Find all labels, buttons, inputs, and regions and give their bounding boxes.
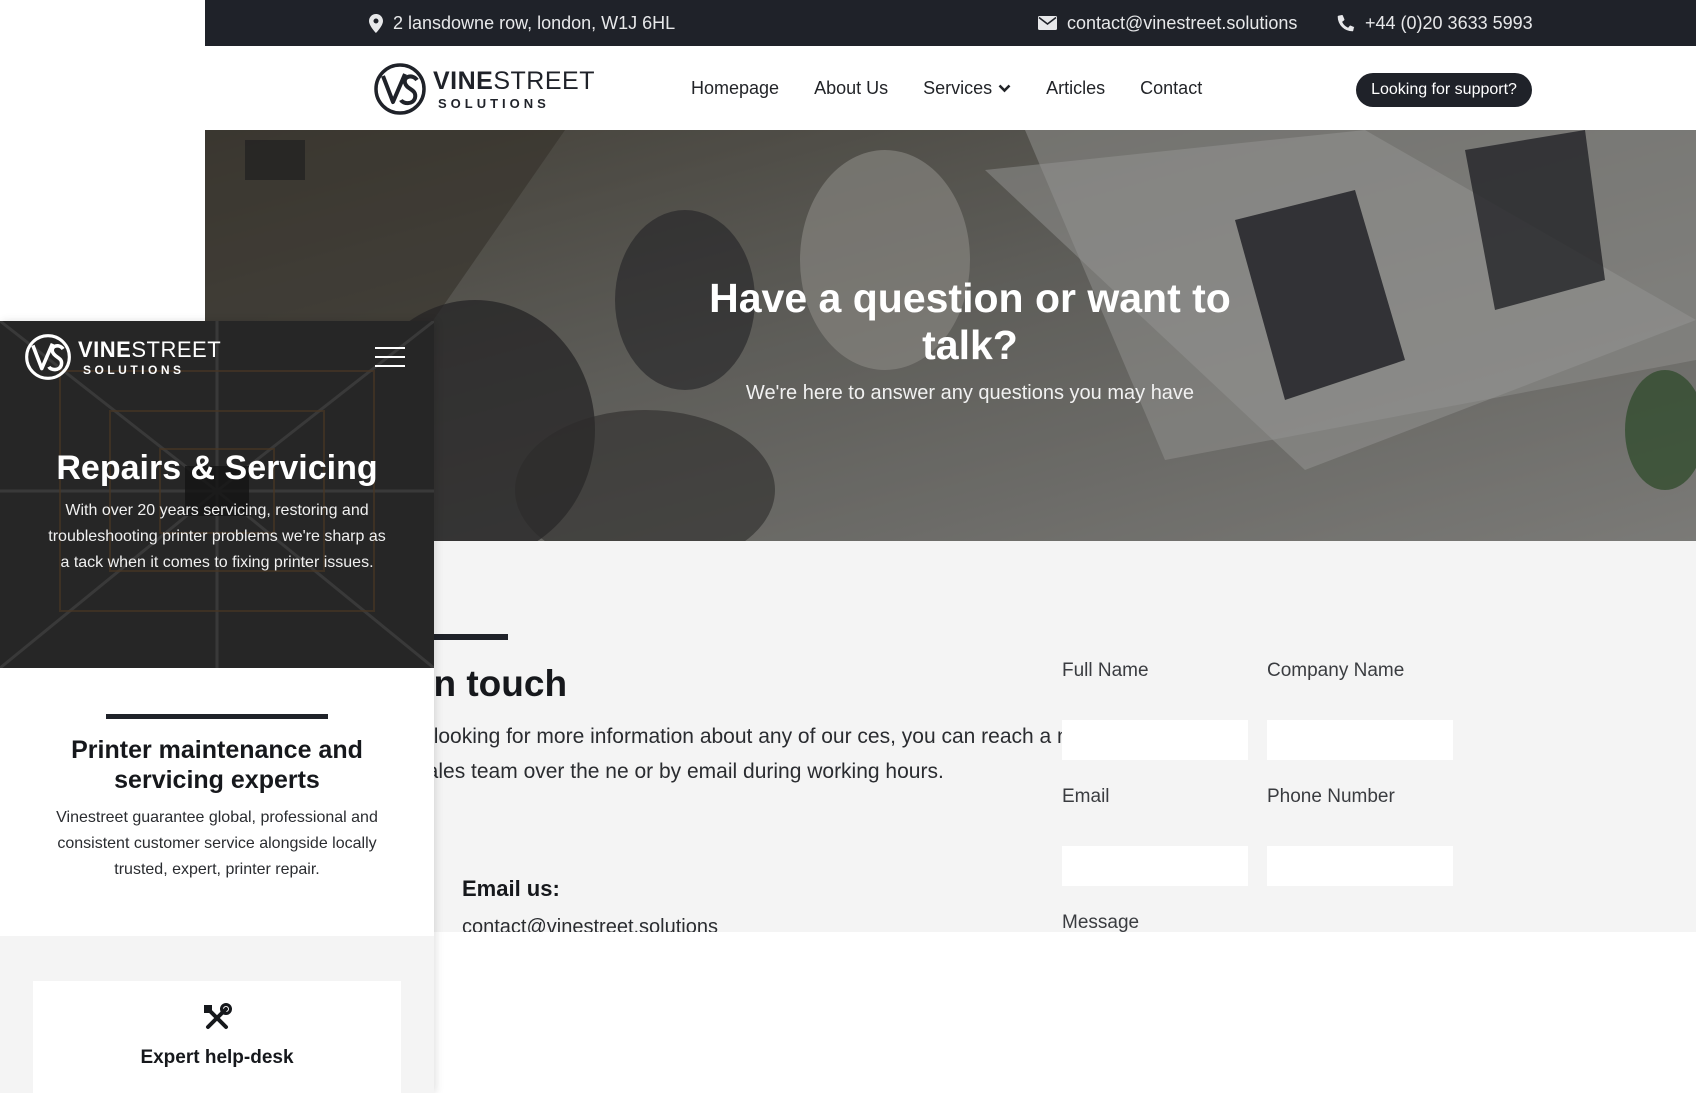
mobile-hero-title: Repairs & Servicing [56,449,378,487]
email-field-label: Email [1062,786,1110,807]
phone-icon [1337,14,1355,32]
mobile-site-logo[interactable]: VINESTREET SOLUTIONS [24,333,221,381]
mobile-features-section: Expert help-desk [0,936,434,1093]
mobile-logo-word-bold: VINE [78,336,132,362]
contact-topbar: 2 lansdowne row, london, W1J 6HL contact… [205,0,1696,46]
nav-item-services[interactable]: Services [923,78,1011,99]
email-us-label: Email us: [462,876,560,901]
feature-card-title: Expert help-desk [140,1047,294,1068]
mobile-logo-subtitle: SOLUTIONS [83,362,185,377]
hero-subtitle: We're here to answer any questions you m… [745,382,1195,404]
full-name-label: Full Name [1062,660,1149,681]
vs-logo-icon [374,63,426,115]
topbar-phone[interactable]: +44 (0)20 3633 5993 [1337,0,1533,46]
nav-item-contact[interactable]: Contact [1140,78,1202,99]
nav-item-services-label: Services [923,77,993,98]
tools-icon [204,1003,232,1029]
support-button[interactable]: Looking for support? [1356,73,1532,107]
map-pin-icon [369,13,383,33]
email-link[interactable]: contact@vinestreet.solutions [1067,13,1297,34]
email-field[interactable] [1062,846,1248,886]
site-logo[interactable]: VINESTREET SOLUTIONS [373,62,595,116]
message-label: Message [1062,912,1140,932]
nav-item-articles[interactable]: Articles [1046,78,1105,99]
nav-item-homepage[interactable]: Homepage [691,78,779,99]
envelope-icon [1038,16,1057,30]
mobile-accent-bar [106,714,328,719]
company-name-label: Company Name [1267,660,1405,681]
nav-menu: Homepage About Us Services Articles Cont… [691,46,1202,130]
mobile-hero: VINESTREET SOLUTIONS Repairs & Servicing… [0,321,434,668]
topbar-email[interactable]: contact@vinestreet.solutions [1038,0,1297,46]
feature-card[interactable]: Expert help-desk [33,981,401,1093]
vs-logo-icon [25,334,71,380]
mobile-page: VINESTREET SOLUTIONS Repairs & Servicing… [0,321,434,1093]
phone-number-field[interactable] [1267,846,1453,886]
full-name-input[interactable] [1062,720,1248,760]
nav-item-about-us[interactable]: About Us [814,78,888,99]
email-us-link[interactable]: contact@vinestreet.solutions [462,916,718,932]
logo-subtitle: SOLUTIONS [438,95,550,111]
mobile-hero-body: With over 20 years servicing, restoring … [48,502,386,571]
mobile-section-body: Vinestreet guarantee global, professiona… [56,809,378,878]
chevron-down-icon [998,84,1011,92]
main-navbar: VINESTREET SOLUTIONS Homepage About Us S… [205,46,1696,130]
mobile-section-title: Printer maintenance and servicing expert… [71,736,363,794]
phone-link[interactable]: +44 (0)20 3633 5993 [1365,13,1533,34]
company-name-input[interactable] [1267,720,1453,760]
mobile-logo-word-light: STREET [131,336,222,362]
hero-title: Have a question or want to talk? [709,275,1231,368]
logo-word-light: STREET [493,66,595,95]
topbar-address: 2 lansdowne row, london, W1J 6HL [369,0,675,46]
logo-word-bold: VINE [433,66,494,95]
get-in-touch-body: u are looking for more information about… [380,725,1158,783]
hamburger-menu-icon[interactable] [375,345,405,369]
phone-number-label: Phone Number [1267,786,1395,807]
address-text: 2 lansdowne row, london, W1J 6HL [393,12,676,33]
